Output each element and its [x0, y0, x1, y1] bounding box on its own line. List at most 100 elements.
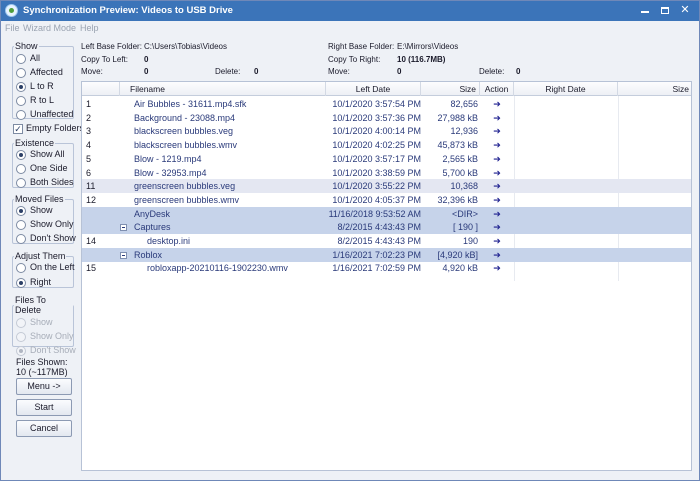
filename-cell: Captures — [134, 222, 171, 233]
files-to-delete-legend: Files To Delete — [15, 295, 46, 315]
copy-to-left-label: Copy To Left: — [81, 55, 128, 64]
table-row[interactable]: 11 greenscreen bubbles.veg 10/1/2020 3:55:… — [82, 179, 691, 194]
column-header-number[interactable] — [82, 82, 120, 96]
moved-files-group: Moved Files Show Show Only Don't Show — [12, 194, 76, 244]
copy-right-arrow-icon[interactable]: ➔ — [482, 179, 512, 193]
row-number: 15 — [86, 263, 97, 274]
row-number: 12 — [86, 194, 97, 205]
start-button[interactable]: Start — [16, 399, 72, 416]
column-header-filename[interactable]: Filename — [120, 82, 326, 96]
radio-selected-icon — [16, 150, 26, 160]
existence-group: Existence Show All One Side Both Sides — [12, 138, 74, 188]
left-size-cell: 82,656 — [450, 99, 478, 109]
close-button[interactable]: ✕ — [677, 3, 693, 18]
left-date-cell: 8/2/2015 4:43:43 PM — [337, 222, 421, 233]
filename-cell: Air Bubbles - 31611.mp4.sfk — [134, 99, 247, 109]
cancel-button[interactable]: Cancel — [16, 420, 72, 437]
copy-right-arrow-icon[interactable]: ➔ — [482, 207, 512, 221]
radio-selected-icon — [16, 346, 26, 356]
copy-right-arrow-icon[interactable]: ➔ — [482, 166, 512, 180]
copy-right-arrow-icon[interactable]: ➔ — [482, 152, 512, 166]
minimize-icon — [641, 11, 649, 13]
left-date-cell: 1/16/2021 7:02:59 PM — [332, 263, 421, 274]
moved-files-legend: Moved Files — [15, 194, 64, 204]
files-shown-label: Files Shown: — [16, 357, 68, 367]
delete-left-label: Delete: — [215, 67, 241, 76]
left-date-cell: 10/1/2020 3:57:36 PM — [332, 112, 421, 123]
menu-file[interactable]: File — [5, 23, 20, 33]
copy-to-left-value: 0 — [144, 55, 149, 64]
table-row[interactable]: 15 robloxapp-20210116-1902230.wmv 1/16/202… — [82, 261, 691, 275]
maximize-icon — [661, 7, 669, 14]
left-size-cell: 10,368 — [450, 181, 478, 192]
collapse-icon[interactable] — [120, 251, 127, 259]
table-row[interactable]: 6 Blow - 32953.mp4 10/1/2020 3:38:59 PM 5,7… — [82, 166, 691, 180]
window-title: Synchronization Preview: Videos to USB D… — [23, 5, 233, 16]
right-base-value: E:\Mirrors\Videos — [397, 42, 459, 51]
row-number: 11 — [86, 181, 96, 192]
move-right-value: 0 — [397, 67, 402, 76]
filename-cell: blackscreen bubbles.veg — [134, 126, 234, 137]
delete-right-value: 0 — [516, 67, 521, 76]
title-bar[interactable]: Synchronization Preview: Videos to USB D… — [1, 1, 699, 21]
sync-app-icon — [5, 4, 18, 17]
filename-cell: Background - 23088.mp4 — [134, 112, 236, 123]
radio-selected-icon — [16, 206, 26, 216]
radio-icon — [16, 234, 26, 244]
table-row[interactable]: 14 desktop.ini 8/2/2015 4:43:43 PM 190 ➔ — [82, 234, 691, 248]
radio-icon — [16, 54, 26, 64]
menu-help[interactable]: Help — [80, 23, 99, 33]
copy-right-arrow-icon[interactable]: ➔ — [482, 111, 512, 125]
left-size-cell: 32,396 kB — [437, 194, 478, 205]
column-header-left-size[interactable]: Size — [421, 82, 480, 96]
radio-icon — [16, 220, 26, 230]
move-left-label: Move: — [81, 67, 103, 76]
copy-right-arrow-icon[interactable]: ➔ — [482, 220, 512, 234]
column-header-right-size[interactable]: Size — [618, 82, 691, 96]
left-date-cell: 1/16/2021 7:02:23 PM — [332, 249, 421, 260]
table-row[interactable]: 5 Blow - 1219.mp4 10/1/2020 3:57:17 PM 2,56… — [82, 152, 691, 166]
file-comparison-table[interactable]: Filename Left Date Size Action Right Dat… — [81, 81, 692, 471]
left-date-cell: 10/1/2020 4:00:14 PM — [332, 126, 421, 137]
radio-icon — [16, 68, 26, 78]
table-row[interactable]: 1 Air Bubbles - 31611.mp4.sfk 10/1/2020 3:… — [82, 97, 691, 111]
radio-icon — [16, 263, 26, 273]
left-date-cell: 10/1/2020 3:38:59 PM — [332, 167, 421, 178]
folder-row[interactable]: AnyDesk 11/16/2018 9:53:52 AM <DIR> ➔ — [82, 206, 691, 221]
left-size-cell: 2,565 kB — [442, 153, 478, 164]
copy-right-arrow-icon[interactable]: ➔ — [482, 234, 512, 248]
copy-right-arrow-icon[interactable]: ➔ — [482, 97, 512, 111]
column-header-action[interactable]: Action — [480, 82, 514, 96]
radio-icon — [16, 332, 26, 342]
copy-right-arrow-icon[interactable]: ➔ — [482, 248, 512, 262]
table-row[interactable]: 3 blackscreen bubbles.veg 10/1/2020 4:00:1… — [82, 124, 691, 138]
menu-button[interactable]: Menu -> — [16, 378, 72, 395]
row-number: 1 — [86, 99, 92, 109]
filename-cell: Blow - 1219.mp4 — [134, 153, 202, 164]
radio-selected-icon — [16, 278, 26, 288]
filename-cell: greenscreen bubbles.veg — [134, 181, 236, 192]
row-number: 4 — [86, 140, 92, 151]
minimize-button[interactable] — [637, 3, 653, 18]
copy-right-arrow-icon[interactable]: ➔ — [482, 124, 512, 138]
table-row[interactable]: 2 Background - 23088.mp4 10/1/2020 3:57:36… — [82, 111, 691, 125]
column-header-right-date[interactable]: Right Date — [514, 82, 618, 96]
left-size-cell: 5,700 kB — [442, 167, 478, 178]
folder-row[interactable]: Roblox 1/16/2021 7:02:23 PM [4,920 kB] ➔ — [82, 247, 691, 262]
copy-right-arrow-icon[interactable]: ➔ — [482, 261, 512, 275]
menu-bar: File Wizard Mode Help — [1, 21, 699, 36]
copy-right-arrow-icon[interactable]: ➔ — [482, 193, 512, 207]
left-date-cell: 10/1/2020 3:57:54 PM — [332, 99, 421, 109]
collapse-icon[interactable] — [120, 224, 127, 232]
table-row[interactable]: 4 blackscreen bubbles.wmv 10/1/2020 4:02:2… — [82, 138, 691, 152]
folder-row[interactable]: Captures 8/2/2015 4:43:43 PM [ 190 ] ➔ — [82, 220, 691, 235]
filename-cell: AnyDesk — [134, 208, 171, 219]
left-date-cell: 10/1/2020 3:57:17 PM — [332, 153, 421, 164]
column-header-left-date[interactable]: Left Date — [326, 82, 421, 96]
adjust-them-group: Adjust Them On the Left Right — [12, 251, 75, 288]
left-size-cell: 45,873 kB — [437, 140, 478, 151]
copy-right-arrow-icon[interactable]: ➔ — [482, 138, 512, 152]
table-row[interactable]: 12 greenscreen bubbles.wmv 10/1/2020 4:05:… — [82, 193, 691, 207]
menu-wizard-mode[interactable]: Wizard Mode — [23, 23, 76, 33]
maximize-button[interactable] — [657, 3, 673, 18]
